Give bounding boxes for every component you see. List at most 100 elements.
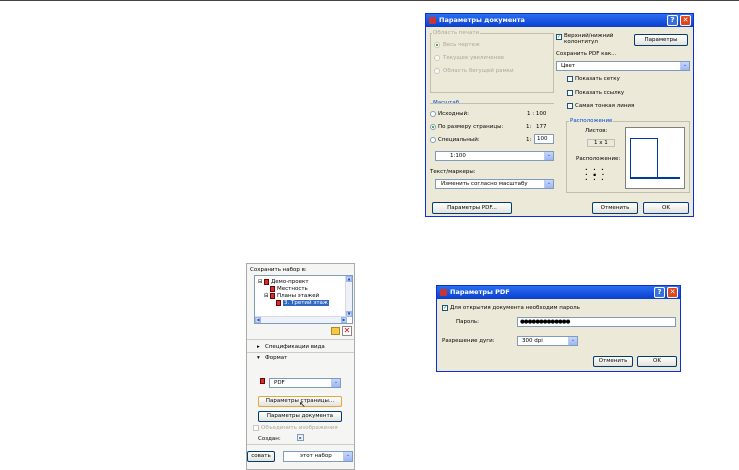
thinnest-line-checkbox[interactable] [567,103,573,109]
text-markers-label: Текст/маркеры: [430,169,476,175]
arc-resolution-select[interactable]: 300 dpi ⌄ [517,336,578,346]
password-required-checkbox[interactable]: ✓ [442,305,448,311]
show-link-checkbox[interactable] [567,90,573,96]
fit-page-prefix: 1: [526,124,532,130]
create-slider-icon[interactable]: ▸ [297,434,304,441]
page-preview-footer [630,177,680,179]
show-grid-label: Показать сетку [575,76,620,82]
tree-item-third-floor[interactable]: 3. Третий этаж [283,300,329,306]
collapse-triangle-icon[interactable]: ▾ [257,355,260,361]
help-icon[interactable]: ? [654,287,665,298]
arc-resolution-value: 300 dpi [522,338,543,344]
text-markers-select[interactable]: Изменить согласно масштабу ⌄ [435,179,554,189]
radio-fit-page[interactable] [430,124,436,130]
close-icon[interactable]: ✕ [667,287,678,298]
print-area-label: Область печати [432,30,481,36]
thinnest-line-label: Самая тонкая линия [575,103,635,109]
radio-original-scale[interactable] [430,111,436,117]
fit-page-label: По размеру страницы: [438,124,504,130]
project-icon [264,279,269,285]
scale-select-value: 1:100 [450,153,466,159]
radio-custom-scale[interactable] [430,137,436,143]
arc-resolution-label: Разрешение дуги: [442,338,495,344]
radio-whole-drawing[interactable] [434,42,440,48]
original-scale-label: Исходный: [438,111,469,117]
chevron-down-icon[interactable]: ⌄ [331,379,340,387]
ok-button[interactable]: OK [637,356,677,367]
scroll-up-icon[interactable]: ▲ [346,276,352,282]
expand-triangle-icon[interactable]: ▸ [257,344,260,350]
save-set-label: Сохранить набор в: [250,267,307,273]
dialog-titlebar[interactable]: Параметры PDF ? ✕ [437,286,680,299]
page-preview [625,127,685,189]
header-footer-checkbox[interactable]: ✓ [556,34,562,40]
save-pdf-as-label: Сохранить PDF как... [556,51,617,57]
placement-label: Расположение [569,118,614,124]
folder-icon[interactable] [331,327,340,335]
help-icon[interactable]: ? [667,15,678,26]
chevron-down-icon[interactable]: ⌄ [680,62,689,70]
pdf-params-dialog: Параметры PDF ? ✕ ✓ Для открытия докумен… [436,285,681,372]
pdf-params-button[interactable]: Параметры PDF... [432,202,512,214]
tree-expand-icon[interactable]: ⊟ [264,293,269,299]
tree-view[interactable]: ⊟ Демо-проект Местность ⊟ Планы этажей 3… [254,275,353,324]
dialog-title: Параметры документа [439,16,525,24]
header-footer-params-button[interactable]: Параметры [634,34,688,46]
cancel-button[interactable]: Отменить [592,202,638,214]
scroll-right-icon[interactable]: ▶ [341,317,347,323]
cancel-button[interactable]: Отменить [593,356,633,367]
dialog-titlebar[interactable]: Параметры документа ? ✕ [426,14,693,27]
chevron-down-icon[interactable]: ⌄ [343,452,352,461]
tree-item-project[interactable]: Демо-проект [271,279,309,285]
tree-vertical-scrollbar[interactable]: ▲ ▼ [345,276,352,317]
password-input[interactable]: ●●●●●●●●●●●●● [517,317,676,327]
view-specs-section[interactable]: Спецификации вида [265,344,325,350]
show-grid-checkbox[interactable] [567,76,573,82]
chevron-down-icon[interactable]: ⌄ [544,152,553,160]
merge-images-checkbox[interactable] [253,425,259,431]
tree-horizontal-scrollbar[interactable]: ◀ ▶ [255,316,347,323]
divider [247,444,354,445]
scale-group-line [430,103,554,104]
scroll-left-icon[interactable]: ◀ [255,317,261,323]
chevron-down-icon[interactable]: ⌄ [568,337,577,345]
tree-item-terrain[interactable]: Местность [277,286,308,292]
position-label: Расположение: [576,156,621,162]
tree-item-floor-plans[interactable]: Планы этажей [277,293,319,299]
password-required-label: Для открытия документа необходим пароль [450,305,580,311]
close-icon[interactable]: ✕ [680,15,691,26]
header-footer-label: Верхний/нижний колонтитул [564,33,614,45]
position-grid-icon[interactable]: • • • • ▪ • • • • [585,168,606,183]
save-pdf-color-select[interactable]: Цвет ⌄ [556,61,690,71]
tree-expand-icon[interactable]: ⊟ [258,279,263,285]
doc-params-button[interactable]: Параметры документа [258,411,342,422]
ok-button[interactable]: OK [643,202,689,214]
merge-images-label: Объединить изображения [261,425,338,431]
delete-icon[interactable]: ✕ [342,326,352,336]
original-scale-value: 1 : 100 [527,111,547,117]
app-icon [440,289,447,296]
chevron-down-icon[interactable]: ⌄ [544,180,553,188]
format-select[interactable]: PDF ⌄ [269,378,341,388]
custom-scale-input[interactable]: 100 [534,134,554,144]
set-scope-select[interactable]: этот набор ⌄ [283,451,353,462]
set-scope-value: этот набор [300,453,332,459]
scale-select[interactable]: 1:100 ⌄ [435,151,554,161]
floor-icon [276,300,281,306]
pdf-icon [260,378,265,384]
publisher-side-panel: Сохранить набор в: ⊟ Демо-проект Местнос… [246,263,355,470]
fit-page-value: 177 [536,124,547,130]
text-markers-value: Изменить согласно масштабу [441,181,528,187]
print-area-option-marquee: Область бегущей рамки [443,68,514,74]
divider [247,339,354,340]
format-section[interactable]: Формат [265,355,287,361]
document-params-dialog: Параметры документа ? ✕ Область печати В… [425,13,694,217]
sheets-label: Листов: [585,128,608,134]
print-area-option-zoom: Текущее увеличение [443,55,505,61]
publish-button[interactable]: совать [247,451,275,462]
mouse-cursor-icon: ↖ [299,400,306,409]
radio-marquee-area[interactable] [434,68,440,74]
password-label: Пароль: [456,319,479,325]
radio-current-zoom[interactable] [434,55,440,61]
format-value: PDF [274,380,285,386]
